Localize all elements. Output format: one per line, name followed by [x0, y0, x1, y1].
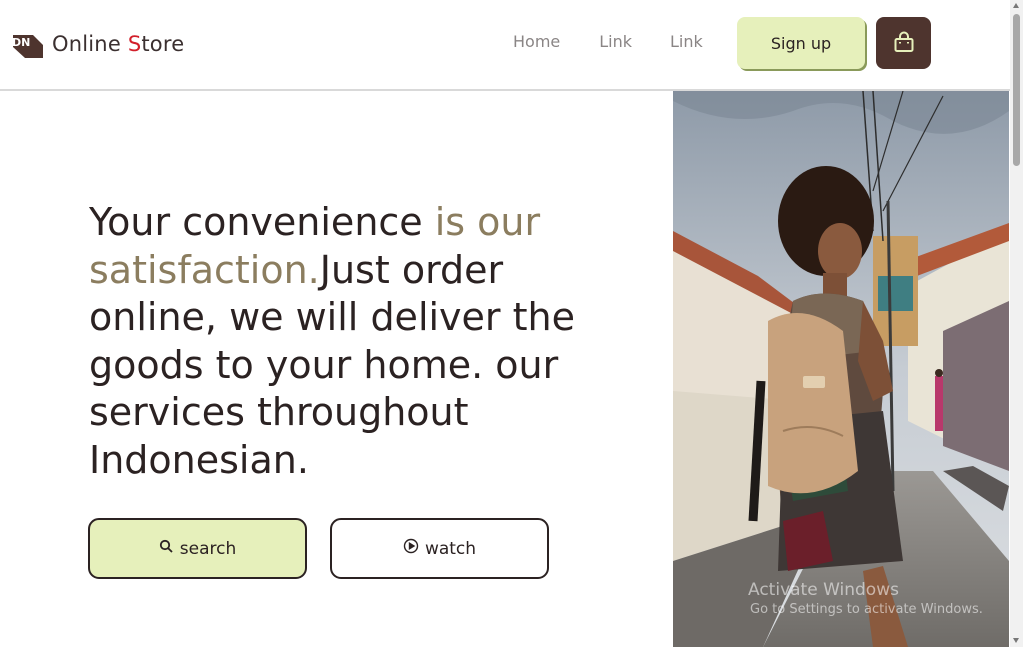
watch-button[interactable]: watch [330, 518, 549, 579]
brand-prefix: Online [52, 32, 128, 56]
brand-accent-letter: S [127, 32, 142, 56]
brand-suffix: tore [141, 32, 185, 56]
watermark-subtitle: Go to Settings to activate Windows. [750, 602, 983, 617]
signup-button[interactable]: Sign up [737, 17, 865, 69]
shopping-bag-icon [893, 31, 915, 56]
scroll-up-arrow-icon[interactable] [1013, 3, 1019, 8]
nav-link-1[interactable]: Link [599, 32, 632, 51]
nav-link-home[interactable]: Home [513, 32, 560, 51]
vertical-scrollbar[interactable] [1010, 0, 1023, 647]
brand[interactable]: DN Online Store [11, 28, 184, 60]
search-button-label: search [179, 538, 237, 559]
watch-button-label: watch [424, 538, 477, 559]
hero-photo [673, 91, 1009, 647]
brand-name: Online Store [52, 32, 184, 56]
search-icon [159, 539, 174, 559]
hero-text-1: Your convenience [89, 200, 435, 244]
scroll-down-arrow-icon[interactable] [1013, 638, 1019, 643]
nav-links: Home Link Link [513, 32, 741, 51]
svg-text:DN: DN [12, 36, 30, 49]
activate-windows-watermark: Activate Windows Go to Settings to activ… [748, 580, 983, 617]
navbar: DN Online Store Home Link Link Sign up [0, 0, 1010, 91]
watermark-title: Activate Windows [748, 580, 899, 600]
hero-headline: Your convenience is our satisfaction.Jus… [89, 199, 629, 484]
nav-link-2[interactable]: Link [670, 32, 703, 51]
play-circle-icon [403, 538, 419, 559]
cart-button[interactable] [876, 17, 931, 69]
scroll-thumb[interactable] [1013, 14, 1020, 166]
logo-icon: DN [11, 29, 44, 59]
search-button[interactable]: search [88, 518, 307, 579]
